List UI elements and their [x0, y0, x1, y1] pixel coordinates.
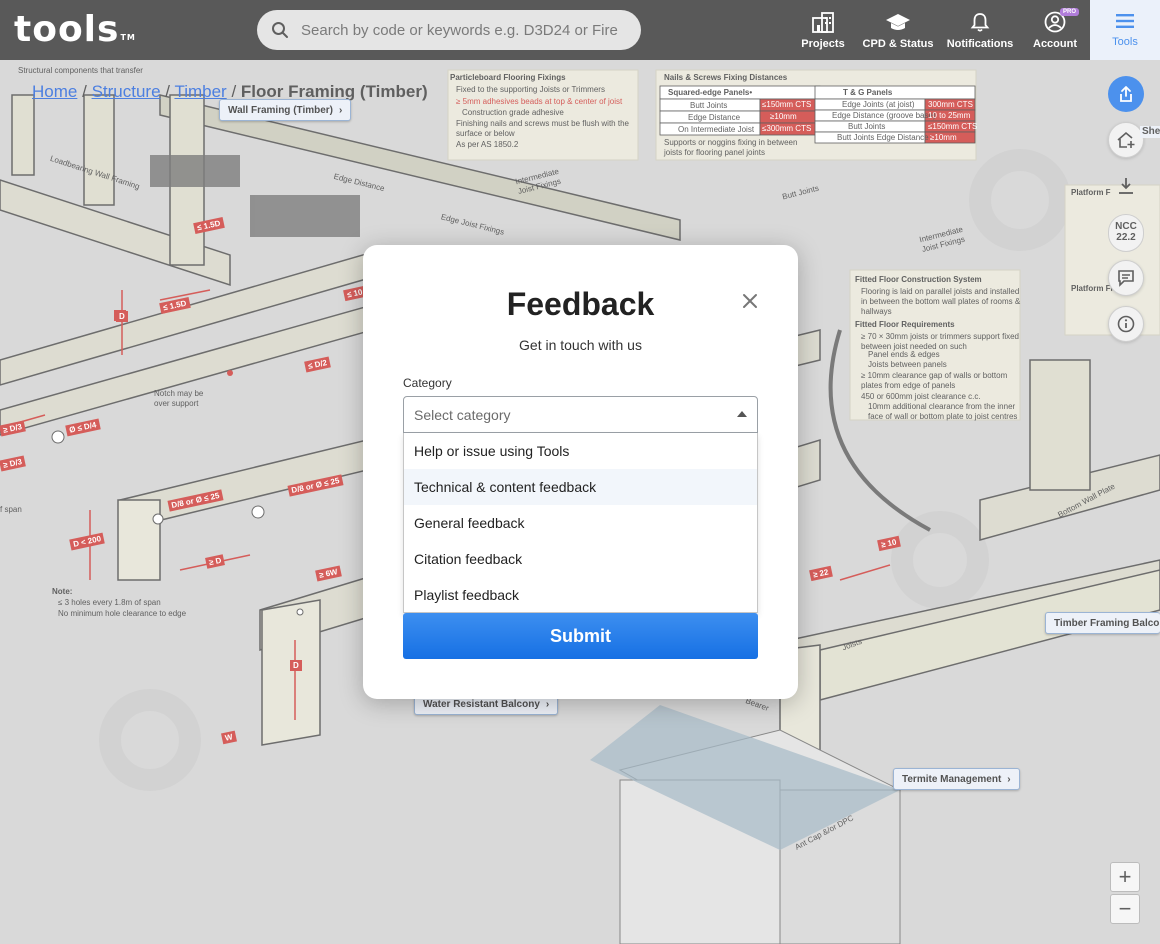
- close-icon: [743, 294, 757, 308]
- submit-button[interactable]: Submit: [403, 613, 758, 659]
- category-select-placeholder: Select category: [414, 406, 511, 423]
- option-citation[interactable]: Citation feedback: [404, 541, 757, 577]
- modal-subtitle: Get in touch with us: [519, 337, 642, 353]
- option-help-issue[interactable]: Help or issue using Tools: [404, 433, 757, 469]
- caret-up-icon: [737, 411, 747, 417]
- option-general[interactable]: General feedback: [404, 505, 757, 541]
- modal-title: Feedback: [506, 286, 655, 322]
- category-label: Category: [403, 376, 452, 390]
- category-dropdown-menu: Help or issue using Tools Technical & co…: [403, 433, 758, 613]
- option-technical-content[interactable]: Technical & content feedback: [404, 469, 757, 505]
- option-playlist[interactable]: Playlist feedback: [404, 577, 757, 613]
- close-button[interactable]: [739, 290, 761, 312]
- feedback-modal: Feedback Get in touch with us Category S…: [363, 245, 798, 699]
- category-select[interactable]: Select category: [403, 396, 758, 433]
